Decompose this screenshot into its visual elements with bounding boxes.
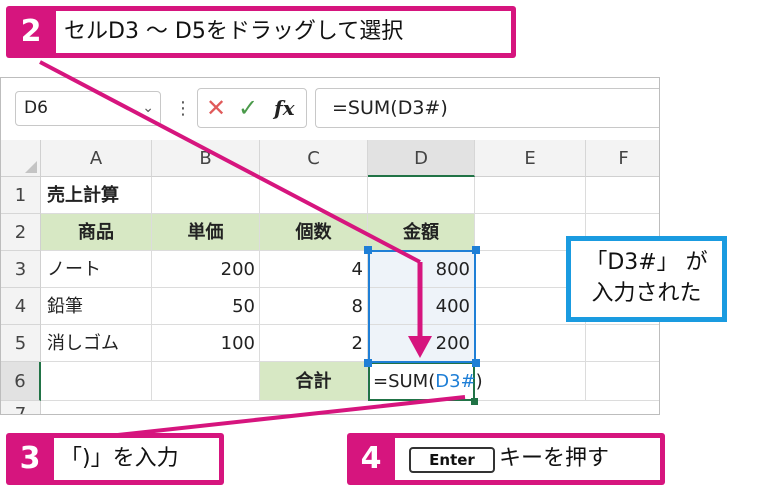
step3-number: 3 [19,441,41,476]
step3-text: 「)」を入力 [54,438,219,480]
step4-body: Enter キーを押す [395,438,660,480]
note-callout: 「D3#」 が 入力された [566,236,727,322]
enter-key: Enter [409,447,495,473]
step2-number: 2 [20,14,42,49]
note-line2: 入力された [591,281,702,306]
step2-text: セルD3 〜 D5をドラッグして選択 [56,11,511,53]
step4-number: 4 [360,441,382,476]
step4-text: キーを押す [499,446,610,471]
step2-callout: 2 セルD3 〜 D5をドラッグして選択 [6,6,516,58]
step4-callout: 4 Enter キーを押す [347,433,665,485]
note-line1: 「D3#」 が [585,250,708,275]
step3-callout: 3 「)」を入力 [6,433,224,485]
